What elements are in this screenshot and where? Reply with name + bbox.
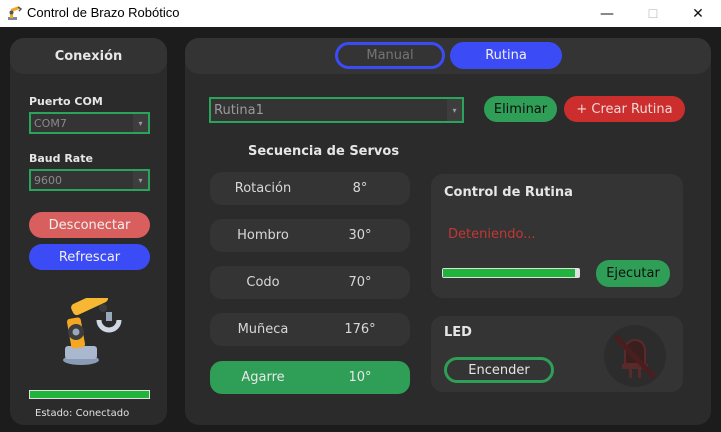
disconnect-button[interactable]: Desconectar: [29, 212, 150, 238]
port-value: COM7: [34, 116, 67, 130]
refresh-button[interactable]: Refrescar: [29, 244, 150, 270]
robot-arm-icon: [63, 298, 122, 365]
servo-row-codo[interactable]: Codo 70°: [210, 266, 410, 299]
connection-progress-bar: [29, 390, 150, 399]
tab-rutina[interactable]: Rutina: [450, 42, 562, 69]
routine-control-title: Control de Rutina: [444, 185, 573, 200]
routine-select[interactable]: Rutina1 ▾: [209, 97, 464, 123]
chevron-down-icon[interactable]: ▾: [133, 171, 148, 189]
servo-row-rotacion[interactable]: Rotación 8°: [210, 172, 410, 205]
servo-value: 10°: [348, 370, 372, 385]
servo-row-hombro[interactable]: Hombro 30°: [210, 219, 410, 252]
servo-value: 70°: [348, 275, 372, 290]
tab-bar: [185, 38, 711, 74]
delete-routine-button[interactable]: Eliminar: [484, 96, 557, 122]
chevron-down-icon[interactable]: ▾: [447, 99, 462, 121]
run-routine-button[interactable]: Ejecutar: [596, 260, 670, 287]
light-off-icon: [604, 325, 666, 387]
connection-status: Estado: Conectado: [35, 408, 130, 419]
routine-value: Rutina1: [214, 102, 264, 118]
chevron-down-icon[interactable]: ▾: [133, 114, 148, 132]
maximize-button[interactable]: ☐: [630, 0, 676, 27]
servo-name: Rotación: [234, 181, 292, 196]
servo-name: Muñeca: [237, 322, 289, 337]
led-toggle-button[interactable]: Encender: [444, 357, 554, 383]
connection-title: Conexión: [10, 38, 167, 74]
close-button[interactable]: ✕: [675, 0, 721, 27]
baud-value: 9600: [34, 173, 62, 187]
create-routine-button[interactable]: + Crear Rutina: [564, 96, 685, 122]
sequence-title: Secuencia de Servos: [248, 144, 400, 159]
baud-combo[interactable]: 9600 ▾: [29, 169, 150, 191]
title-bar: Control de Brazo Robótico — ☐ ✕: [0, 0, 721, 27]
servo-row-muneca[interactable]: Muñeca 176°: [210, 313, 410, 346]
routine-progress-fill: [443, 269, 575, 277]
servo-row-agarre[interactable]: Agarre 10°: [210, 361, 410, 394]
routine-status: Deteniendo...: [448, 227, 536, 242]
led-title: LED: [444, 325, 472, 340]
port-label: Puerto COM: [29, 95, 103, 108]
port-combo[interactable]: COM7 ▾: [29, 112, 150, 134]
servo-value: 176°: [344, 322, 376, 337]
baud-label: Baud Rate: [29, 152, 93, 165]
window-title: Control de Brazo Robótico: [27, 5, 180, 20]
servo-value: 30°: [348, 228, 372, 243]
servo-name: Codo: [246, 275, 280, 290]
minimize-button[interactable]: —: [584, 0, 630, 27]
robot-arm-app-icon: [8, 6, 22, 20]
servo-name: Agarre: [241, 370, 285, 385]
servo-name: Hombro: [237, 228, 289, 243]
servo-value: 8°: [352, 181, 368, 196]
routine-progress-bar: [442, 268, 580, 278]
tab-manual[interactable]: Manual: [335, 42, 445, 69]
